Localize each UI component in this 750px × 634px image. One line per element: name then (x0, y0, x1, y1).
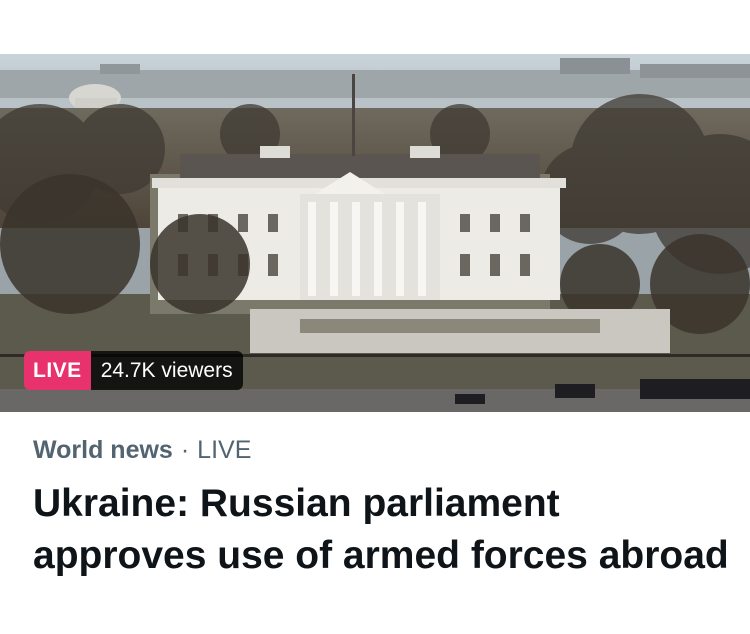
live-label: LIVE (24, 351, 91, 390)
viewer-count: 24.7K viewers (90, 351, 243, 390)
live-video-thumbnail[interactable]: LIVE 24.7K viewers (0, 54, 750, 412)
status-label: LIVE (197, 436, 252, 464)
post-meta: World news · LIVE (33, 436, 251, 465)
news-card[interactable]: LIVE 24.7K viewers World news · LIVE Ukr… (0, 0, 750, 634)
live-viewers-badge: LIVE 24.7K viewers (24, 351, 243, 390)
category-label[interactable]: World news (33, 436, 173, 465)
headline[interactable]: Ukraine: Russian parliament approves use… (33, 478, 733, 582)
meta-separator: · (180, 436, 190, 464)
